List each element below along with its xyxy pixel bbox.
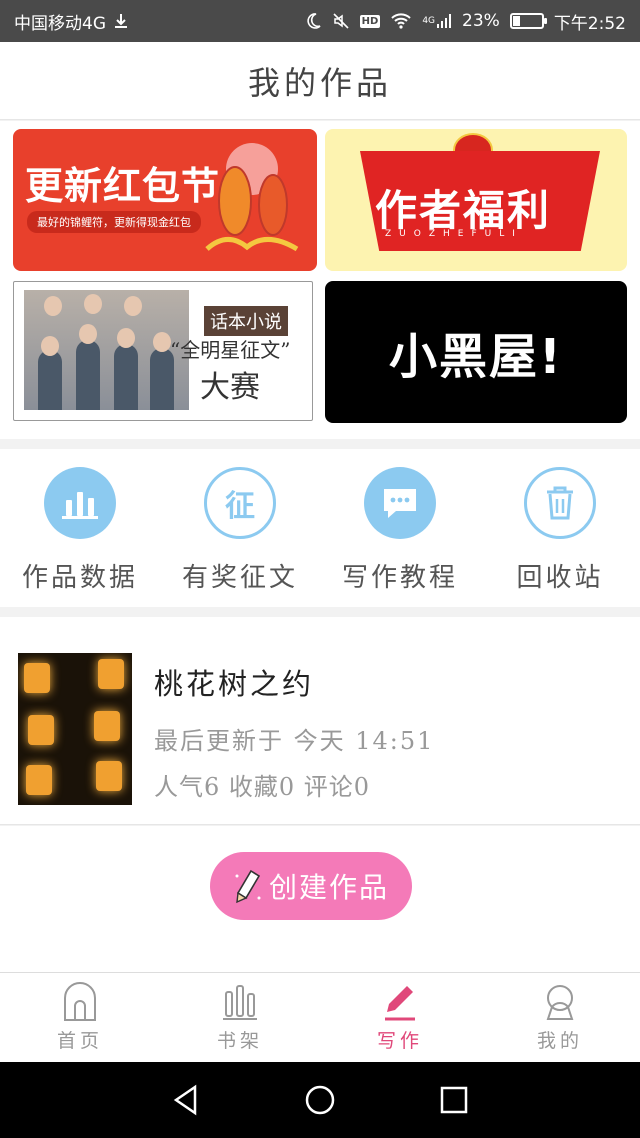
battery-icon: [509, 13, 547, 29]
battery-percent: 23%: [462, 11, 500, 31]
tab-home-label: 首页: [56, 1030, 103, 1052]
action-tutorial-label: 写作教程: [341, 563, 458, 593]
action-contest[interactable]: 征 有奖征文: [160, 449, 320, 607]
pencil-icon: [235, 869, 261, 904]
banner-red-packet-subtitle: 最好的锦鲤符，更新得现金红包: [27, 211, 201, 233]
work-updated: 最后更新于 今天 14:51: [154, 727, 435, 755]
zheng-icon: 征: [204, 467, 276, 539]
tab-bookshelf-label: 书架: [216, 1030, 263, 1052]
system-nav-bar: [0, 1062, 640, 1138]
work-item[interactable]: 桃花树之约 最后更新于 今天 14:51 人气6 收藏0 评论0: [0, 617, 640, 825]
wifi-icon: [390, 12, 412, 30]
work-cover-image[interactable]: [18, 653, 132, 805]
zheng-glyph: 征: [225, 489, 255, 524]
action-tutorial[interactable]: 写作教程: [320, 449, 480, 607]
bottom-tab-bar: 首页 书架 写作 我的: [0, 972, 640, 1062]
create-area: 创建作品: [0, 826, 640, 972]
koi-fish-icon: [205, 143, 299, 252]
banner-red-packet[interactable]: 更新红包节 最好的锦鲤符，更新得现金红包: [13, 129, 317, 271]
contest-photo: [24, 290, 189, 410]
action-work-data-label: 作品数据: [21, 563, 138, 593]
create-work-label: 创建作品: [268, 871, 389, 904]
chat-bubble-icon: [364, 467, 436, 539]
signal-icon: 4G: [422, 13, 452, 29]
banner-author-welfare[interactable]: 作者福利 ZUOZHEFULI: [325, 129, 627, 271]
contest-subtitle: 大赛: [200, 370, 260, 405]
page-header: 我的作品: [0, 42, 640, 120]
create-work-button[interactable]: 创建作品: [210, 852, 412, 920]
bookshelf-icon: [223, 985, 257, 1020]
tab-bookshelf[interactable]: 书架: [160, 973, 320, 1062]
tab-profile-label: 我的: [536, 1030, 583, 1052]
back-icon[interactable]: [171, 1084, 201, 1116]
download-icon: [112, 12, 130, 30]
tab-write[interactable]: 写作: [320, 973, 480, 1062]
pencil-icon: [385, 986, 415, 1021]
recents-icon[interactable]: [439, 1085, 469, 1115]
banner-grid: 更新红包节 最好的锦鲤符，更新得现金红包 作者福利 ZUOZHEFULI 话本小…: [0, 121, 640, 439]
contest-title: “全明星征文”: [170, 338, 291, 362]
tab-write-label: 写作: [376, 1030, 423, 1052]
profile-icon: [546, 985, 574, 1020]
home-icon: [64, 982, 96, 1021]
carrier-label: 中国移动4G: [14, 13, 106, 34]
trash-icon: [524, 467, 596, 539]
action-work-data[interactable]: 作品数据: [0, 449, 160, 607]
moon-icon: [304, 12, 322, 30]
banner-blackroom-title: 小黑屋!: [389, 329, 563, 385]
work-stats: 人气6 收藏0 评论0: [154, 773, 371, 801]
tab-home[interactable]: 首页: [0, 973, 160, 1062]
contest-tag: 话本小说: [204, 306, 288, 336]
action-recycle-bin-label: 回收站: [516, 563, 604, 593]
banner-red-packet-title: 更新红包节: [25, 164, 221, 208]
banner-blackroom[interactable]: 小黑屋!: [325, 281, 627, 423]
bar-chart-icon: [44, 467, 116, 539]
hd-badge: HD: [359, 14, 381, 28]
clock: 下午2:52: [553, 13, 626, 34]
banner-author-welfare-subtitle: ZUOZHEFULI: [385, 229, 523, 239]
page-title: 我的作品: [247, 63, 392, 102]
tab-profile[interactable]: 我的: [480, 973, 640, 1062]
status-bar: 中国移动4G HD 4G 23% 下午2:52: [0, 0, 640, 42]
work-title[interactable]: 桃花树之约: [154, 661, 314, 703]
action-recycle-bin[interactable]: 回收站: [480, 449, 640, 607]
action-contest-label: 有奖征文: [181, 563, 298, 593]
home-button-icon[interactable]: [304, 1084, 336, 1116]
quick-actions: 作品数据 征 有奖征文 写作教程 回收站: [0, 449, 640, 607]
banner-contest[interactable]: 话本小说 “全明星征文” 大赛: [13, 281, 313, 421]
mute-icon: [332, 12, 350, 30]
network-type: 4G: [422, 16, 436, 26]
